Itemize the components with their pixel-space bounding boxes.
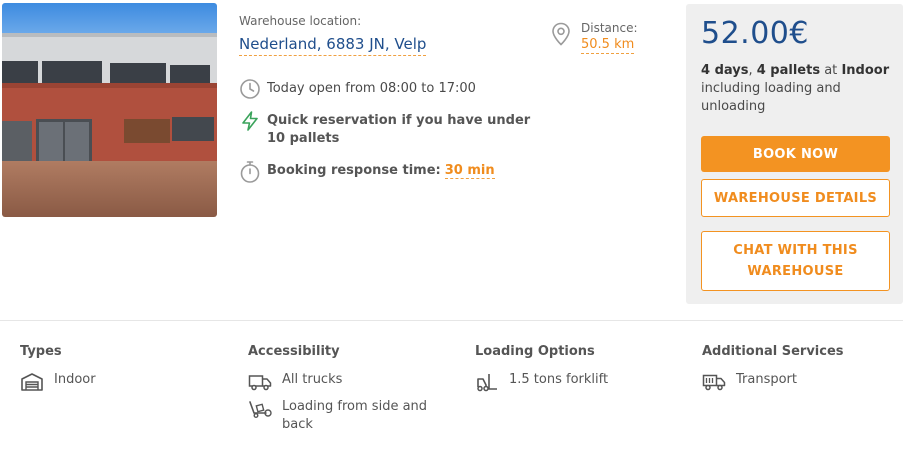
list-item: Indoor <box>20 371 220 392</box>
response-label: Booking response time: <box>267 163 441 178</box>
summary-note: including loading and unloading <box>701 81 841 114</box>
additional-services-title: Additional Services <box>702 344 844 359</box>
loading-dock-icon <box>248 399 272 419</box>
map-pin-icon <box>551 22 571 46</box>
additional-services-section: Additional Services Transport <box>702 344 902 398</box>
warehouse-photo[interactable] <box>2 3 217 217</box>
price: 52.00€ <box>701 16 809 51</box>
stopwatch-icon <box>239 160 261 183</box>
location-value[interactable]: Nederland, 6883 JN, Velp <box>239 35 427 56</box>
types-section: Types Indoor <box>20 344 220 398</box>
summary-at: at <box>824 63 838 78</box>
book-now-button[interactable]: BOOK NOW <box>701 136 890 172</box>
list-item: All trucks <box>248 371 448 392</box>
accessibility-item-loading: Loading from side and back <box>282 399 428 432</box>
opening-hours: Today open from 08:00 to 17:00 <box>239 78 476 100</box>
transport-truck-icon <box>702 372 726 392</box>
section-divider <box>0 320 903 321</box>
booking-response: Booking response time: 30 min <box>239 160 495 183</box>
response-value: 30 min <box>444 163 495 179</box>
warehouse-icon <box>20 372 44 392</box>
warehouse-details-button[interactable]: WAREHOUSE DETAILS <box>701 179 890 217</box>
accessibility-item-trucks: All trucks <box>282 372 343 387</box>
price-panel: 52.00€ 4 days, 4 pallets at Indoor inclu… <box>686 4 903 304</box>
loading-item-forklift: 1.5 tons forklift <box>509 372 609 387</box>
clock-icon <box>239 78 261 100</box>
location-label: Warehouse location: <box>239 14 362 28</box>
quick-reservation-text: Quick reservation if you have under 10 p… <box>267 113 531 146</box>
quick-reservation: Quick reservation if you have under 10 p… <box>239 110 539 148</box>
accessibility-title: Accessibility <box>248 344 340 359</box>
loading-options-section: Loading Options 1.5 tons forklift <box>475 344 675 398</box>
truck-icon <box>248 372 272 392</box>
distance-label: Distance: <box>581 21 638 35</box>
chat-button[interactable]: CHAT WITH THIS WAREHOUSE <box>701 231 890 291</box>
distance-value: 50.5 km <box>581 37 635 54</box>
booking-summary: 4 days, 4 pallets at Indoor including lo… <box>701 63 890 114</box>
opening-hours-text: Today open from 08:00 to 17:00 <box>267 81 476 96</box>
summary-pallets: 4 pallets <box>756 63 821 78</box>
services-item-transport: Transport <box>736 372 798 387</box>
types-item: Indoor <box>54 372 96 387</box>
list-item: Transport <box>702 371 902 392</box>
summary-type: Indoor <box>841 63 890 78</box>
summary-days: 4 days <box>701 63 749 78</box>
forklift-icon <box>475 372 499 392</box>
list-item: Loading from side and back <box>248 398 448 434</box>
lightning-icon <box>239 110 261 132</box>
types-title: Types <box>20 344 62 359</box>
accessibility-section: Accessibility All trucks Loading from si… <box>248 344 448 440</box>
list-item: 1.5 tons forklift <box>475 371 675 392</box>
loading-options-title: Loading Options <box>475 344 595 359</box>
